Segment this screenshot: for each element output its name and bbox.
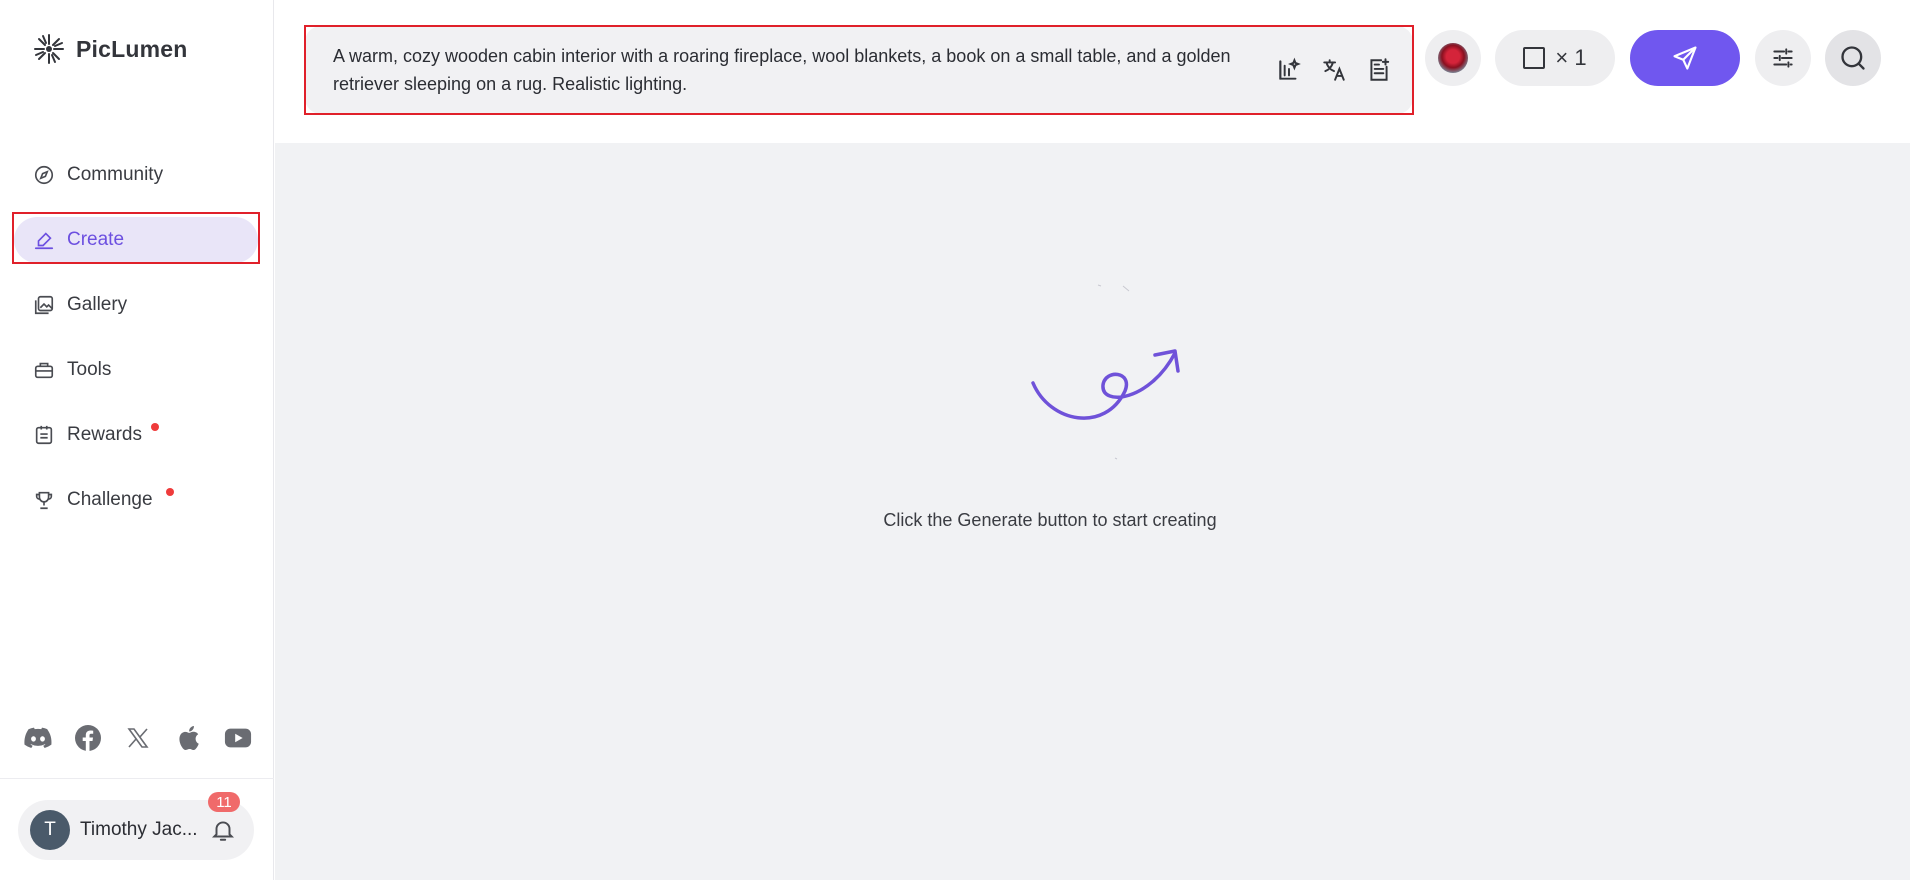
sliders-icon bbox=[1773, 48, 1793, 68]
square-ratio-icon bbox=[1523, 47, 1546, 69]
clipboard-icon bbox=[32, 423, 56, 447]
prompt-input[interactable]: A warm, cozy wooden cabin interior with … bbox=[333, 42, 1253, 98]
brand[interactable]: PicLumen bbox=[32, 32, 188, 66]
x-icon[interactable] bbox=[124, 724, 152, 752]
sidebar-item-label: Create bbox=[67, 229, 125, 250]
generate-button[interactable] bbox=[1630, 30, 1740, 86]
discord-icon[interactable] bbox=[24, 724, 52, 752]
prompt-enhance-icon[interactable] bbox=[1275, 56, 1303, 84]
pen-icon bbox=[32, 228, 56, 252]
sidebar-item-gallery[interactable]: Gallery bbox=[14, 282, 258, 328]
settings-button[interactable] bbox=[1755, 30, 1811, 86]
prompt-box: A warm, cozy wooden cabin interior with … bbox=[305, 26, 1413, 114]
toolbox-icon bbox=[32, 358, 56, 382]
bell-icon[interactable] bbox=[210, 817, 236, 843]
top-toolbar: A warm, cozy wooden cabin interior with … bbox=[275, 0, 1910, 143]
aspect-ratio-button[interactable]: × 1 bbox=[1495, 30, 1615, 86]
youtube-icon[interactable] bbox=[224, 724, 252, 752]
sidebar: PicLumen Community Create Gallery Tools … bbox=[0, 0, 274, 880]
batch-count: × 1 bbox=[1555, 45, 1587, 70]
gallery-icon bbox=[32, 293, 56, 317]
sidebar-item-label: Community bbox=[67, 164, 164, 185]
facebook-icon[interactable] bbox=[74, 724, 102, 752]
prompt-tools bbox=[1275, 56, 1393, 84]
piclumen-logo-icon bbox=[34, 34, 64, 64]
sidebar-item-rewards[interactable]: Rewards bbox=[14, 412, 258, 458]
sidebar-item-community[interactable]: Community bbox=[14, 152, 258, 198]
send-icon bbox=[1673, 46, 1697, 70]
compass-icon bbox=[32, 163, 56, 187]
sidebar-item-tools[interactable]: Tools bbox=[14, 347, 258, 393]
sidebar-item-label: Rewards bbox=[67, 424, 142, 445]
challenge-notification-dot bbox=[166, 488, 174, 496]
user-name: Timothy Jac... bbox=[80, 819, 198, 840]
sidebar-item-challenge[interactable]: Challenge bbox=[14, 477, 258, 523]
rewards-notification-dot bbox=[151, 423, 159, 431]
sidebar-divider bbox=[0, 778, 274, 779]
model-selector-button[interactable] bbox=[1425, 30, 1481, 86]
trophy-icon bbox=[32, 488, 56, 512]
sidebar-item-create[interactable]: Create bbox=[14, 217, 258, 263]
sidebar-item-label: Gallery bbox=[67, 294, 128, 315]
apple-icon[interactable] bbox=[174, 724, 202, 752]
avatar[interactable]: T bbox=[30, 810, 70, 850]
model-thumbnail bbox=[1438, 43, 1468, 73]
notification-count-badge: 11 bbox=[208, 792, 240, 812]
brand-name: PicLumen bbox=[76, 35, 188, 62]
search-icon bbox=[1841, 46, 1865, 70]
prompt-template-icon[interactable] bbox=[1365, 56, 1393, 84]
curly-arrow-illustration bbox=[1031, 284, 1180, 460]
canvas-area: Click the Generate button to start creat… bbox=[275, 143, 1910, 880]
social-links bbox=[24, 724, 252, 752]
empty-state-message: Click the Generate button to start creat… bbox=[883, 510, 1217, 530]
search-button[interactable] bbox=[1825, 30, 1881, 86]
sidebar-item-label: Tools bbox=[67, 359, 112, 380]
translate-icon[interactable] bbox=[1320, 56, 1348, 84]
sidebar-item-label: Challenge bbox=[67, 489, 153, 510]
